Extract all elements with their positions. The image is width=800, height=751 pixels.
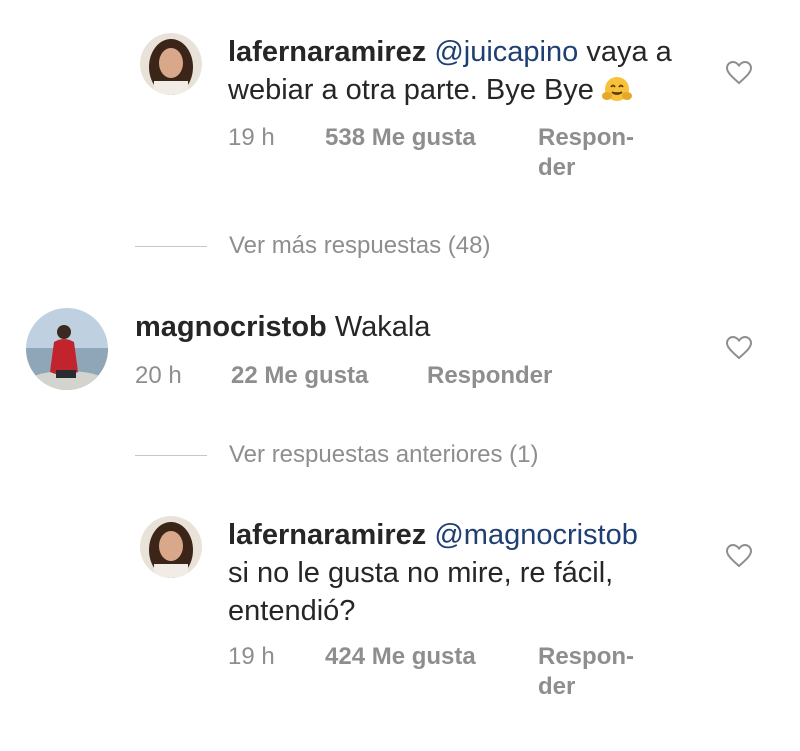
likes-count[interactable]: 22 Me gusta [231,361,368,391]
comment-time: 20 h [135,362,182,389]
comments-thread: lafernaramirez @juicapino vaya a webiar … [0,0,800,751]
view-more-replies[interactable]: Ver más respuestas (48) [135,229,490,263]
view-previous-replies[interactable]: Ver respuestas anteriores (1) [135,438,538,472]
view-more-replies-label[interactable]: Ver más respuestas (48) [229,232,490,260]
comment-text: Wakala [334,311,431,343]
divider [135,454,207,456]
likes-count[interactable]: 538 Me gusta [325,123,476,153]
comment-text: vaya a [586,36,672,68]
comment-mention[interactable]: @juicapino [434,36,578,68]
heart-outline-icon[interactable] [725,543,753,569]
heart-outline-icon[interactable] [725,335,753,361]
comment-username[interactable]: lafernaramirez [228,36,426,68]
comment-text: entendió? [228,595,356,627]
comment-text: si no le gusta no mire, re fácil, [228,557,614,589]
heart-outline-icon[interactable] [725,60,753,86]
hugging-face-emoji [601,75,632,113]
likes-count[interactable]: 424 Me gusta [325,642,476,672]
avatar[interactable] [140,516,202,578]
reply-button[interactable]: Responder [427,361,552,391]
avatar[interactable] [26,308,108,390]
comment-text: webiar a otra parte. Bye Bye [228,74,594,106]
divider [135,245,207,247]
comment-username[interactable]: magnocristob [135,311,327,343]
comment-body: magnocristob Wakala [135,308,695,346]
comment-time: 19 h [228,124,275,151]
comment-time: 19 h [228,643,275,670]
reply-button[interactable]: Respon- der [538,642,634,702]
comment-username[interactable]: lafernaramirez [228,519,426,551]
avatar[interactable] [140,33,202,95]
comment-mention[interactable]: @magnocristob [434,519,638,551]
view-previous-replies-label[interactable]: Ver respuestas anteriores (1) [229,441,538,469]
comment-body: lafernaramirez @magnocristob si no le gu… [228,516,698,630]
reply-button[interactable]: Respon- der [538,123,634,183]
comment-body: lafernaramirez @juicapino vaya a webiar … [228,33,698,113]
